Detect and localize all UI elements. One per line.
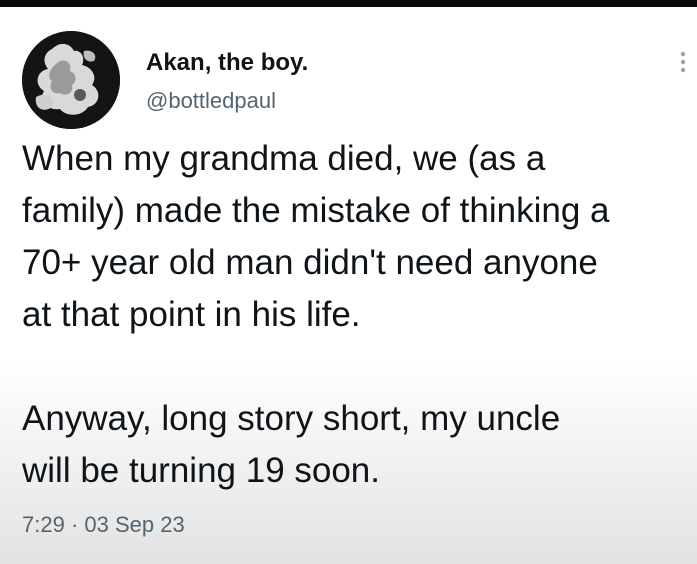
tweet-line: at that point in his life. [22, 295, 361, 334]
tweet-timestamp[interactable]: 7:29 · 03 Sep 23 [22, 512, 185, 538]
tweet-time: 7:29 [22, 512, 65, 537]
tweet-line: will be turning 19 soon. [22, 451, 380, 490]
avatar-image [22, 31, 120, 129]
tweet-line: 70+ year old man didn't need anyone [22, 243, 598, 282]
tweet-line: Anyway, long story short, my uncle [22, 399, 561, 438]
top-border [0, 0, 697, 7]
tweet-date: 03 Sep 23 [84, 512, 185, 537]
author-handle[interactable]: @bottledpaul [146, 88, 276, 114]
tweet-line: When my grandma died, we (as a [22, 139, 546, 178]
timestamp-separator: · [70, 512, 79, 537]
author-display-name[interactable]: Akan, the boy. [146, 49, 308, 77]
tweet-text: When my grandma died, we (as a family) m… [22, 133, 694, 497]
avatar[interactable] [22, 31, 120, 129]
tweet-line: family) made the mistake of thinking a [22, 191, 610, 230]
more-options-icon[interactable] [676, 50, 690, 74]
